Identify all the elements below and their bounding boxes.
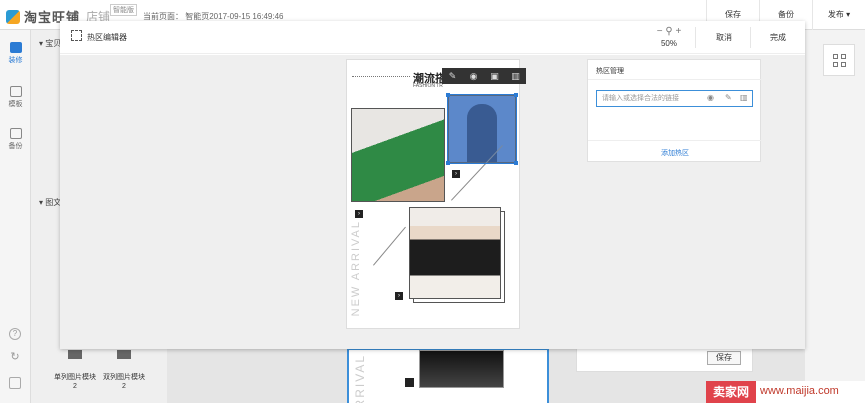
publish-button[interactable]: 发布 ▾ xyxy=(812,0,865,30)
logo-icon xyxy=(6,9,20,24)
decor-line xyxy=(373,226,406,266)
arrow-icon: › xyxy=(395,292,403,300)
grid-icon xyxy=(833,62,838,67)
module-count: 2 xyxy=(73,383,77,390)
zoom-control: − ⚲ + 50% xyxy=(655,26,683,49)
done-button[interactable]: 完成 xyxy=(770,32,786,43)
page-canvas-preview[interactable]: ARRIVAL xyxy=(347,348,549,403)
arrow-icon xyxy=(405,378,414,387)
template-icon xyxy=(9,86,22,97)
link-input[interactable] xyxy=(597,91,707,106)
edition-badge: 智能版 xyxy=(110,4,137,16)
design-canvas[interactable]: 潮流搭配 FASHION TR NEW ARRIVAL › › › xyxy=(346,59,520,329)
chevron-down-icon: ▾ xyxy=(843,10,851,19)
sidebar-item-decorate[interactable]: 装修 xyxy=(0,42,31,65)
sidebar-item-label: 装修 xyxy=(8,57,23,64)
modal-header: 热区编辑器 − ⚲ + 50% 取消 完成 xyxy=(60,21,805,54)
zoom-icon: ⚲ xyxy=(665,26,673,37)
green-model-photo xyxy=(351,108,445,202)
grid-icon xyxy=(841,54,846,59)
hotspot-editor-icon xyxy=(71,30,82,41)
hotspot-management-panel: 热区管理 ◉ ✎ ▥ 添加热区 xyxy=(587,59,762,162)
publish-label: 发布 xyxy=(827,10,844,19)
watermark: 卖家网 www.maijia.com xyxy=(706,381,865,403)
module-label: 双列图片模块 xyxy=(103,374,145,381)
watermark-badge: 卖家网 xyxy=(706,381,756,403)
panel-title: 热区管理 xyxy=(596,68,624,75)
hotspot-editor-modal: 热区编辑器 − ⚲ + 50% 取消 完成 潮流搭配 FASHION TR NE… xyxy=(60,21,805,349)
vertical-text: ARRIVAL xyxy=(353,354,367,403)
divider xyxy=(695,27,696,48)
section-label: ▾ 宝贝 xyxy=(39,39,62,48)
add-hotspot-button[interactable]: 添加热区 xyxy=(588,148,762,158)
canvas-subtitle: FASHION TR xyxy=(413,83,443,89)
hotspot-toolbar: ✎ ◉ ▣ ▥ xyxy=(442,68,526,84)
hotspot-link-row: ◉ ✎ ▥ xyxy=(596,90,753,107)
layout-grid-button[interactable] xyxy=(823,44,855,76)
resize-handle[interactable] xyxy=(514,161,518,165)
trash-icon[interactable]: ▥ xyxy=(505,68,526,84)
module-thumb-icon xyxy=(68,350,82,359)
divider xyxy=(750,27,751,48)
resize-handle[interactable] xyxy=(514,93,518,97)
edit-icon[interactable]: ✎ xyxy=(725,93,732,102)
panel-save-button[interactable]: 保存 xyxy=(707,351,741,365)
edit-icon[interactable] xyxy=(9,377,21,389)
left-sidebar: 装修 模板 备份 ? ↻ xyxy=(0,30,31,403)
eye-icon[interactable]: ◉ xyxy=(707,93,714,102)
arrow-icon: › xyxy=(452,170,460,178)
grid-icon xyxy=(833,54,838,59)
hammer-icon xyxy=(9,42,22,53)
modal-body: 潮流搭配 FASHION TR NEW ARRIVAL › › › ✎ ◉ ▣ … xyxy=(60,55,805,349)
module-count: 2 xyxy=(122,383,126,390)
black-outfit-model-photo xyxy=(409,207,501,299)
sidebar-item-label: 模板 xyxy=(8,101,23,108)
vertical-text: NEW ARRIVAL xyxy=(350,220,362,317)
zoom-in-button[interactable]: + xyxy=(675,26,681,37)
sidebar-item-template[interactable]: 模板 xyxy=(0,86,31,109)
eye-icon[interactable]: ◉ xyxy=(463,68,484,84)
resize-handle[interactable] xyxy=(446,93,450,97)
zoom-out-button[interactable]: − xyxy=(657,26,663,37)
module-thumb-icon xyxy=(117,350,131,359)
watermark-url: www.maijia.com xyxy=(760,385,839,397)
trash-icon[interactable]: ▥ xyxy=(740,93,748,102)
module-label: 单列图片模块 xyxy=(54,374,96,381)
modal-title: 热区编辑器 xyxy=(87,33,127,42)
backup-icon xyxy=(9,128,22,139)
dotted-divider xyxy=(352,76,410,77)
sidebar-item-label: 备份 xyxy=(8,143,23,150)
single-image-module[interactable]: 单列图片模块 2 xyxy=(50,350,100,391)
double-image-module[interactable]: 双列图片模块 2 xyxy=(99,350,149,391)
cancel-button[interactable]: 取消 xyxy=(716,32,732,43)
help-icon[interactable]: ? xyxy=(9,328,21,340)
grid-icon xyxy=(841,62,846,67)
divider xyxy=(588,140,762,141)
model-photo xyxy=(419,350,504,388)
right-gutter xyxy=(805,30,865,403)
refresh-icon[interactable]: ↻ xyxy=(9,352,21,365)
divider xyxy=(588,79,762,80)
hotspot-area[interactable] xyxy=(446,93,518,165)
arrow-icon: › xyxy=(355,210,363,218)
edit-icon[interactable]: ✎ xyxy=(442,68,463,84)
zoom-level: 50% xyxy=(660,39,677,48)
save-icon[interactable]: ▣ xyxy=(484,68,505,84)
sidebar-item-backup[interactable]: 备份 xyxy=(0,128,31,151)
resize-handle[interactable] xyxy=(446,161,450,165)
section-label: ▾ 图文 xyxy=(39,198,62,207)
